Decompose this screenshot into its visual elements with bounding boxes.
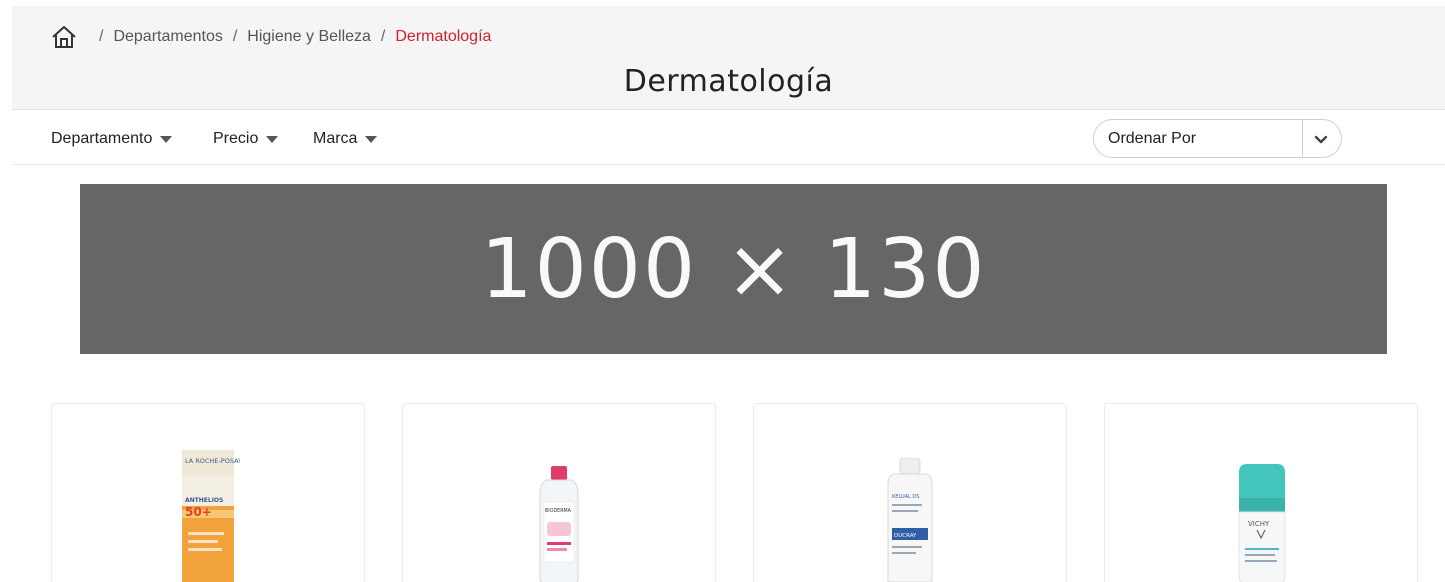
breadcrumb-higiene-y-belleza[interactable]: Higiene y Belleza [247, 28, 371, 46]
product-card[interactable]: VICHY [1104, 403, 1418, 582]
filter-department-dropdown[interactable]: Departamento [51, 130, 173, 148]
promo-banner[interactable]: 1000 × 130 [80, 184, 1387, 354]
product-line-text: ANTHELIOS [185, 497, 223, 504]
filter-brand-label: Marca [313, 130, 358, 147]
sort-select-value: Ordenar Por [1108, 130, 1197, 147]
breadcrumb-separator: / [380, 28, 386, 45]
shampoo-bottle-image: KELUAL DS DUCRAY [887, 458, 933, 582]
product-brand-text: KELUAL DS [892, 494, 919, 500]
sort-select[interactable]: Ordenar Por [1093, 119, 1342, 158]
page-title: Dermatología [623, 64, 834, 99]
product-line-text: DUCRAY [894, 533, 917, 539]
filter-price-dropdown[interactable]: Precio [213, 130, 279, 148]
category-header: / Departamentos / Higiene y Belleza / De… [12, 6, 1445, 110]
caret-down-icon [365, 135, 378, 143]
product-brand-text: BIODERMA [545, 508, 572, 514]
sunscreen-tube-image: LA ROCHE-POSAY ANTHELIOS 50+ [182, 450, 240, 582]
product-card[interactable]: LA ROCHE-POSAY ANTHELIOS 50+ [51, 403, 365, 582]
home-icon[interactable] [51, 24, 77, 50]
breadcrumb-current: Dermatología [395, 28, 492, 45]
product-spf-text: 50+ [185, 505, 212, 519]
product-brand-text: VICHY [1248, 520, 1270, 528]
product-card[interactable]: BIODERMA [402, 403, 716, 582]
product-card[interactable]: KELUAL DS DUCRAY [753, 403, 1067, 582]
filter-price-label: Precio [213, 130, 259, 147]
filter-bar: Departamento Precio Marca Ordenar Por [12, 110, 1445, 165]
chevron-down-icon [1314, 135, 1328, 144]
breadcrumb: / Departamentos / Higiene y Belleza / De… [51, 24, 491, 50]
filter-department-label: Departamento [51, 130, 153, 147]
breadcrumb-separator: / [99, 28, 104, 45]
banner-placeholder-text: 1000 × 130 [480, 221, 987, 317]
caret-down-icon [160, 135, 173, 143]
breadcrumb-separator: / [232, 28, 238, 45]
caret-down-icon [266, 135, 279, 143]
micellar-water-bottle-image: BIODERMA [539, 466, 579, 582]
breadcrumb-departamentos[interactable]: Departamentos [113, 28, 222, 46]
product-brand-text: LA ROCHE-POSAY [185, 457, 240, 465]
sort-divider [1302, 120, 1303, 157]
page-left-gap [0, 0, 12, 582]
roll-on-deodorant-image: VICHY [1238, 464, 1286, 582]
filter-brand-dropdown[interactable]: Marca [313, 130, 378, 148]
